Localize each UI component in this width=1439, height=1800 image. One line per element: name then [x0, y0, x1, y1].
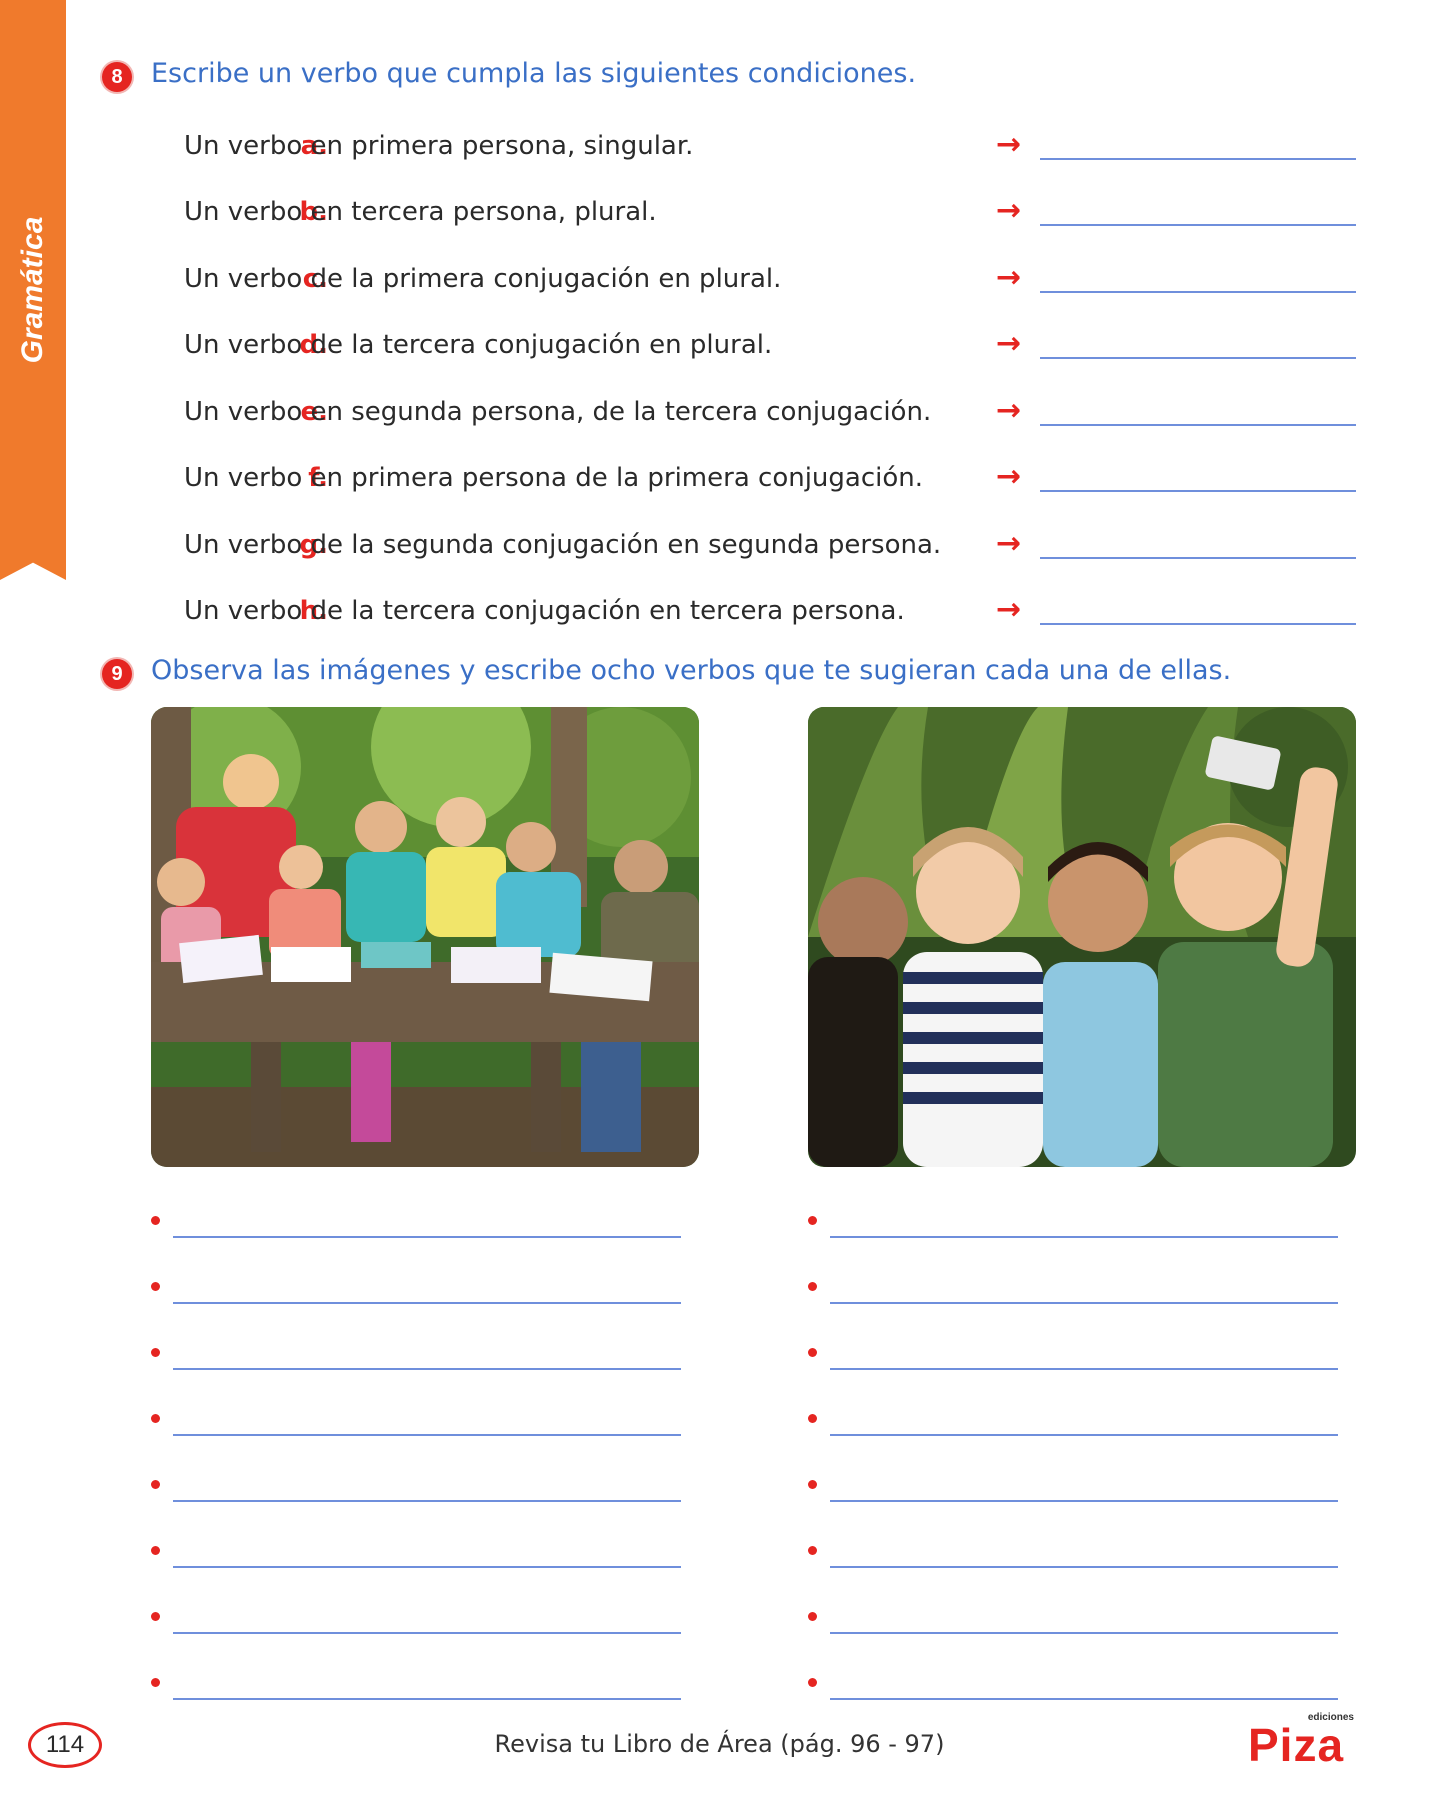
answer-item [808, 1272, 1338, 1312]
bullet-icon [151, 1612, 160, 1621]
answer-line[interactable] [830, 1698, 1338, 1700]
answer-line[interactable] [830, 1632, 1338, 1634]
answer-item [808, 1536, 1338, 1576]
answer-line[interactable] [830, 1236, 1338, 1238]
answer-line[interactable] [173, 1434, 681, 1436]
item-text: Un verbo en primera persona, singular. [184, 131, 694, 161]
right-arrow-icon: → [996, 260, 1022, 295]
answer-item [151, 1338, 681, 1378]
bullet-icon [808, 1282, 817, 1291]
bullet-icon [808, 1546, 817, 1555]
answer-item [151, 1470, 681, 1510]
list-item: h. Un verbo de la tercera conjugación en… [150, 591, 1360, 631]
bullet-icon [151, 1282, 160, 1291]
footer-note: Revisa tu Libro de Área (pág. 96 - 97) [494, 1730, 945, 1758]
item-text: Un verbo en primera persona de la primer… [184, 463, 924, 493]
right-arrow-icon: → [996, 592, 1022, 627]
bullet-icon [808, 1216, 817, 1225]
item-text: Un verbo en tercera persona, plural. [184, 197, 657, 227]
answer-item [808, 1338, 1338, 1378]
exercise-8-title: Escribe un verbo que cumpla las siguient… [151, 58, 917, 89]
answer-line[interactable] [830, 1368, 1338, 1370]
answer-item [151, 1404, 681, 1444]
answer-line[interactable] [173, 1632, 681, 1634]
answer-item [808, 1668, 1338, 1708]
exercise-8-number: 8 [102, 62, 132, 92]
bullet-icon [808, 1678, 817, 1687]
right-arrow-icon: → [996, 326, 1022, 361]
publisher-logo: ediciones Piza [1248, 1712, 1358, 1772]
answer-line[interactable] [830, 1566, 1338, 1568]
answer-line[interactable] [173, 1302, 681, 1304]
right-arrow-icon: → [996, 127, 1022, 162]
answer-line[interactable] [1040, 357, 1356, 359]
answer-line[interactable] [173, 1500, 681, 1502]
answer-line[interactable] [830, 1434, 1338, 1436]
answer-item [151, 1272, 681, 1312]
item-text: Un verbo de la tercera conjugación en te… [184, 596, 905, 626]
bullet-icon [151, 1678, 160, 1687]
answer-line[interactable] [173, 1368, 681, 1370]
answer-line[interactable] [1040, 490, 1356, 492]
right-arrow-icon: → [996, 393, 1022, 428]
answer-line[interactable] [173, 1566, 681, 1568]
bullet-icon [151, 1348, 160, 1357]
logo-main-text: Piza [1248, 1719, 1345, 1771]
item-text: Un verbo en segunda persona, de la terce… [184, 397, 932, 427]
list-item: b. Un verbo en tercera persona, plural. … [150, 192, 1360, 232]
list-item: a. Un verbo en primera persona, singular… [150, 126, 1360, 166]
answer-item [151, 1668, 681, 1708]
bullet-icon [808, 1348, 817, 1357]
answer-line[interactable] [1040, 557, 1356, 559]
list-item: d. Un verbo de la tercera conjugación en… [150, 325, 1360, 365]
list-item: f. Un verbo en primera persona de la pri… [150, 458, 1360, 498]
exercise-9-number: 9 [102, 659, 132, 689]
bullet-icon [808, 1612, 817, 1621]
item-text: Un verbo de la segunda conjugación en se… [184, 530, 942, 560]
answer-item [151, 1602, 681, 1642]
item-text: Un verbo de la primera conjugación en pl… [184, 264, 782, 294]
answer-item [808, 1206, 1338, 1246]
answer-item [151, 1536, 681, 1576]
photo-children-drawing [151, 707, 699, 1167]
answer-line[interactable] [173, 1236, 681, 1238]
bullet-icon [808, 1414, 817, 1423]
answer-item [808, 1470, 1338, 1510]
side-tab-label: Gramática [16, 216, 49, 364]
answer-line[interactable] [1040, 424, 1356, 426]
answer-line[interactable] [830, 1500, 1338, 1502]
right-arrow-icon: → [996, 459, 1022, 494]
list-item: g. Un verbo de la segunda conjugación en… [150, 525, 1360, 565]
list-item: c. Un verbo de la primera conjugación en… [150, 259, 1360, 299]
answer-item [808, 1602, 1338, 1642]
answer-line[interactable] [1040, 291, 1356, 293]
answer-line[interactable] [173, 1698, 681, 1700]
answer-line[interactable] [1040, 158, 1356, 160]
right-arrow-icon: → [996, 193, 1022, 228]
answer-line[interactable] [830, 1302, 1338, 1304]
answer-item [151, 1206, 681, 1246]
bullet-icon [151, 1216, 160, 1225]
list-item: e. Un verbo en segunda persona, de la te… [150, 392, 1360, 432]
side-tab: Gramática [0, 0, 66, 580]
answer-line[interactable] [1040, 623, 1356, 625]
answer-line[interactable] [1040, 224, 1356, 226]
bullet-icon [151, 1414, 160, 1423]
exercise-9-title: Observa las imágenes y escribe ocho verb… [151, 655, 1232, 686]
right-arrow-icon: → [996, 526, 1022, 561]
bullet-icon [151, 1546, 160, 1555]
photo-children-selfie [808, 707, 1356, 1167]
bullet-icon [808, 1480, 817, 1489]
bullet-icon [151, 1480, 160, 1489]
answer-item [808, 1404, 1338, 1444]
item-text: Un verbo de la tercera conjugación en pl… [184, 330, 773, 360]
